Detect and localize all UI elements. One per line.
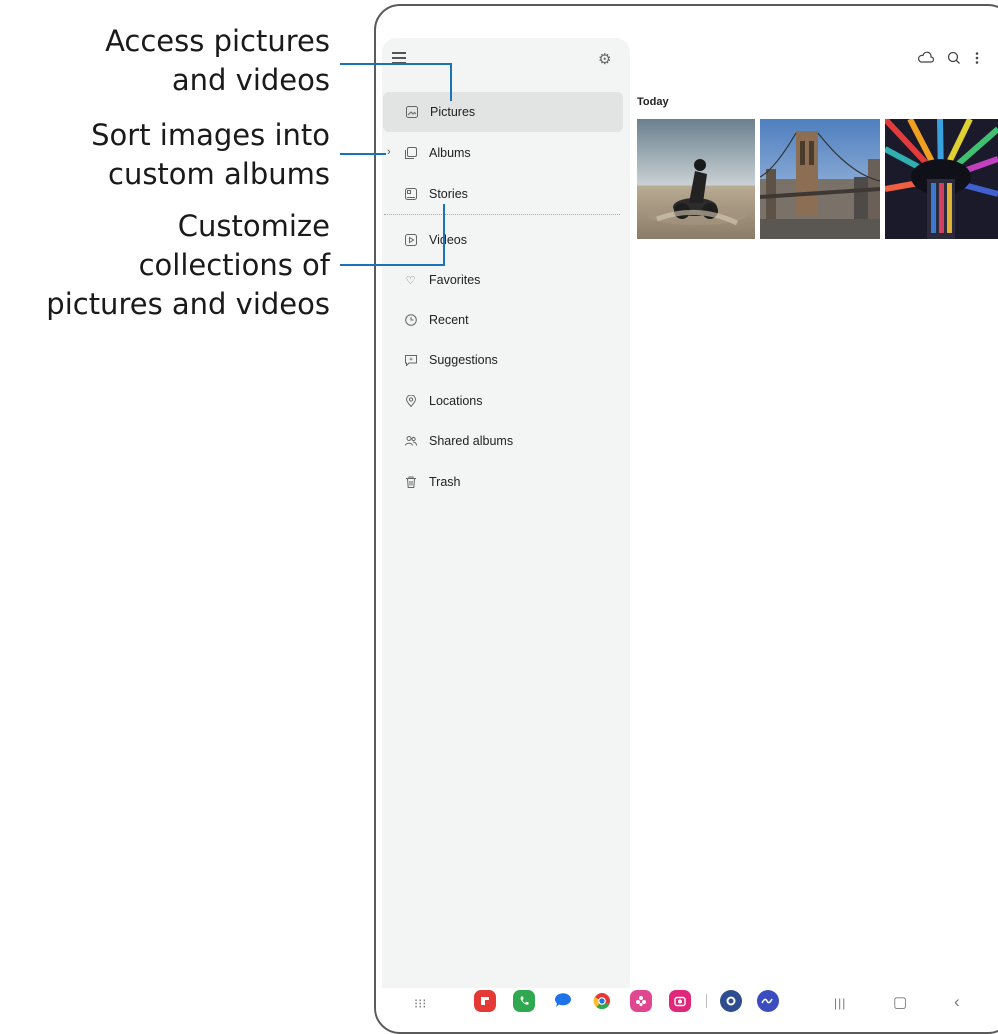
trash-icon	[404, 476, 417, 489]
drawer-item-label: Recent	[429, 313, 469, 327]
video-icon	[404, 234, 417, 247]
drawer-item-label: Favorites	[429, 273, 481, 287]
drawer-item-label: Suggestions	[429, 353, 498, 367]
drawer-item-albums[interactable]: Albums	[382, 133, 630, 173]
drawer-item-videos[interactable]: Videos	[382, 220, 630, 260]
more-icon[interactable]	[974, 50, 980, 71]
leader-line-stories-vertical	[443, 204, 445, 266]
callout-customize-collections: Customize collections of pictures and vi…	[46, 207, 330, 324]
gear-icon[interactable]: ⚙	[598, 52, 611, 67]
dock-divider	[706, 994, 707, 1008]
drawer-item-favorites[interactable]: ♡ Favorites	[382, 260, 630, 300]
drawer-item-label: Trash	[429, 475, 461, 489]
pen-icon[interactable]	[757, 990, 779, 1012]
photo-thumbnail[interactable]	[637, 119, 755, 239]
callout-line: Sort images into	[91, 118, 330, 152]
drawer-item-label: Shared albums	[429, 434, 514, 448]
callout-access-pictures: Access pictures and videos	[105, 22, 330, 100]
drawer-item-label: Locations	[429, 394, 483, 408]
heart-icon: ♡	[405, 274, 416, 287]
callout-line: and videos	[171, 63, 330, 97]
drawer-item-label: Pictures	[430, 105, 476, 119]
shared-icon	[404, 435, 417, 448]
suggestions-icon	[404, 354, 417, 367]
drawer-item-shared-albums[interactable]: Shared albums	[382, 421, 630, 461]
cloud-icon[interactable]	[918, 50, 935, 71]
drawer-item-suggestions[interactable]: Suggestions	[382, 340, 630, 380]
drawer-divider	[384, 214, 620, 215]
picture-icon	[405, 106, 418, 119]
recents-icon[interactable]: |||	[834, 996, 846, 1011]
leader-line-albums	[340, 153, 386, 155]
back-icon[interactable]: ‹	[954, 993, 960, 1010]
leader-arrow-albums: ›	[387, 146, 391, 158]
callout-line: pictures and videos	[46, 287, 330, 321]
camera-icon[interactable]	[669, 990, 691, 1012]
app-drawer-icon[interactable]: ⁝⁝⁝	[414, 996, 426, 1011]
search-icon[interactable]	[946, 50, 962, 71]
toolbar	[918, 50, 980, 71]
albums-icon	[404, 147, 417, 160]
chrome-icon[interactable]	[591, 990, 613, 1012]
drawer-item-label: Stories	[429, 187, 468, 201]
callout-line: Customize	[177, 209, 330, 243]
phone-icon[interactable]	[513, 990, 535, 1012]
stories-icon	[404, 188, 417, 201]
drawer-item-recent[interactable]: Recent	[382, 300, 630, 340]
drawer-item-label: Videos	[429, 233, 467, 247]
clock-icon	[404, 314, 417, 327]
section-title: Today	[637, 96, 669, 108]
photo-thumbnail[interactable]	[885, 119, 998, 239]
flipboard-icon[interactable]	[474, 990, 496, 1012]
callout-line: collections of	[138, 248, 330, 282]
home-icon[interactable]: ▢	[893, 995, 907, 1010]
drawer-header: ⚙	[382, 38, 630, 82]
drawer-item-trash[interactable]: Trash	[382, 462, 630, 502]
navigation-drawer: ⚙ Pictures Albums Stories Videos ♡ Favor…	[382, 38, 630, 988]
drawer-item-pictures[interactable]: Pictures	[383, 92, 623, 132]
leader-line-stories	[340, 264, 445, 266]
location-icon	[404, 395, 417, 408]
messages-icon[interactable]	[552, 990, 574, 1012]
bottom-dock: ⁝⁝⁝ ||| ▢ ‹	[376, 986, 998, 1021]
callout-sort-images: Sort images into custom albums	[91, 116, 330, 194]
photo-thumbnail[interactable]	[760, 119, 880, 239]
drawer-item-locations[interactable]: Locations	[382, 381, 630, 421]
callout-line: custom albums	[108, 157, 330, 191]
drawer-item-stories[interactable]: Stories	[382, 174, 630, 214]
drawer-item-label: Albums	[429, 146, 471, 160]
leader-line-pictures	[340, 63, 452, 65]
leader-line-pictures-vertical	[450, 63, 452, 101]
callout-line: Access pictures	[105, 24, 330, 58]
bixby-icon[interactable]	[630, 990, 652, 1012]
settings-icon[interactable]	[720, 990, 742, 1012]
